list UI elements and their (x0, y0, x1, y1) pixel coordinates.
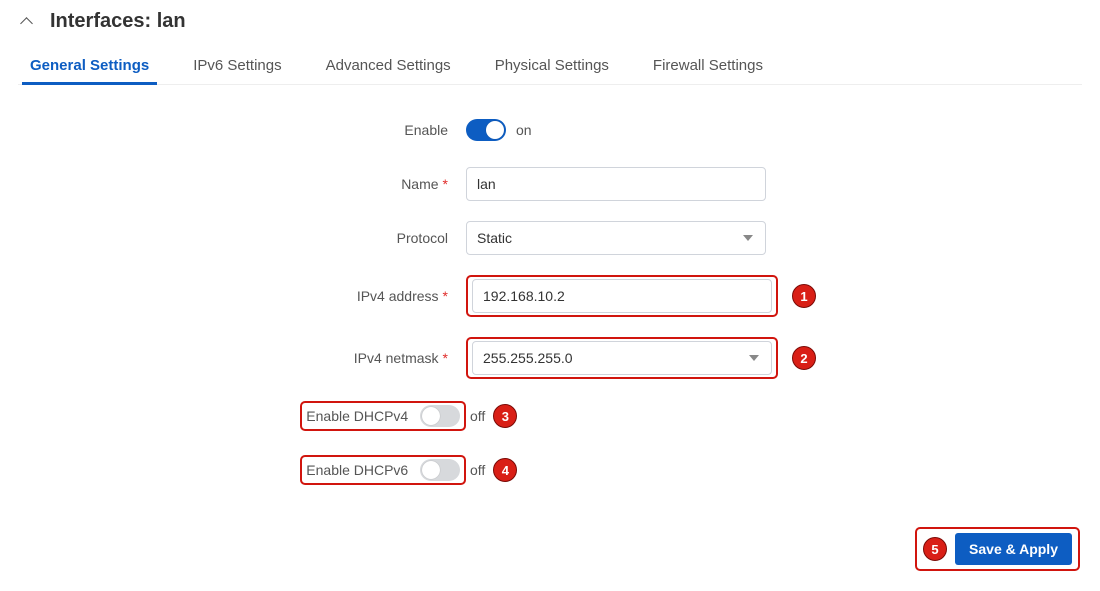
dhcpv6-state-text: off (470, 462, 485, 478)
dhcpv4-label: Enable DHCPv4 (306, 408, 412, 424)
callout-box-1 (466, 275, 778, 317)
dhcpv4-state-text: off (470, 408, 485, 424)
callout-number-1: 1 (792, 284, 816, 308)
callout-box-2: 255.255.255.0 (466, 337, 778, 379)
ipv4-address-label: IPv4 address* (18, 288, 466, 304)
ipv4-address-input[interactable] (472, 279, 772, 313)
dhcpv6-toggle[interactable] (420, 459, 460, 481)
dhcpv4-toggle[interactable] (420, 405, 460, 427)
protocol-label: Protocol (18, 230, 466, 246)
ipv4-netmask-select[interactable]: 255.255.255.0 (472, 341, 772, 375)
panel-header[interactable]: Interfaces: lan (18, 10, 1082, 33)
dhcpv6-label: Enable DHCPv6 (306, 462, 412, 478)
name-label: Name* (18, 176, 466, 192)
enable-toggle[interactable] (466, 119, 506, 141)
enable-state-text: on (516, 122, 532, 138)
enable-label: Enable (18, 122, 466, 138)
name-input[interactable] (466, 167, 766, 201)
tab-general-settings[interactable]: General Settings (28, 49, 151, 84)
callout-box-3: Enable DHCPv4 (300, 401, 466, 431)
tab-firewall-settings[interactable]: Firewall Settings (651, 49, 765, 84)
chevron-down-icon (743, 235, 753, 241)
tab-advanced-settings[interactable]: Advanced Settings (324, 49, 453, 84)
callout-number-2: 2 (792, 346, 816, 370)
tabs: General Settings IPv6 Settings Advanced … (18, 49, 1082, 85)
callout-box-4: Enable DHCPv6 (300, 455, 466, 485)
ipv4-netmask-value: 255.255.255.0 (483, 350, 573, 366)
ipv4-netmask-label: IPv4 netmask* (18, 350, 466, 366)
callout-number-3: 3 (493, 404, 517, 428)
protocol-select[interactable]: Static (466, 221, 766, 255)
chevron-up-icon (22, 15, 36, 29)
save-apply-button[interactable]: Save & Apply (955, 533, 1072, 565)
callout-box-5: 5 Save & Apply (915, 527, 1080, 571)
chevron-down-icon (749, 355, 759, 361)
tab-ipv6-settings[interactable]: IPv6 Settings (191, 49, 283, 84)
tab-physical-settings[interactable]: Physical Settings (493, 49, 611, 84)
protocol-value: Static (477, 230, 512, 246)
callout-number-4: 4 (493, 458, 517, 482)
general-settings-form: Enable on Name* Protocol Static IPv4 (18, 113, 1082, 507)
panel-title: Interfaces: lan (50, 10, 186, 33)
callout-number-5: 5 (923, 537, 947, 561)
